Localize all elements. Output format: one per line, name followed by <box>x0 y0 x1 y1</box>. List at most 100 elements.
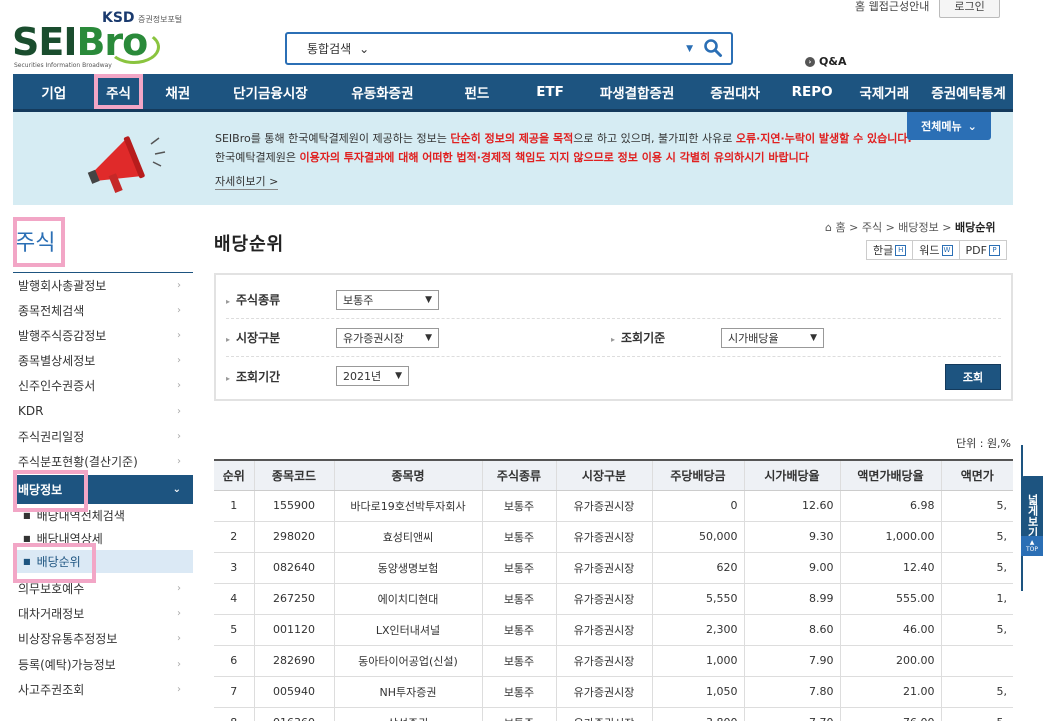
sidebar-item-lending-info[interactable]: 대차거래정보 › <box>13 600 193 626</box>
sidebar-item-stock-detail[interactable]: 종목별상세정보 › <box>13 347 193 373</box>
sidebar-item-label: 배당정보 <box>18 482 63 497</box>
nav-item-company[interactable]: 기업 <box>13 74 94 109</box>
cell-par-value: 5, <box>940 490 1013 522</box>
cell-rank: 5 <box>214 614 254 646</box>
chevron-right-icon: › <box>177 583 181 595</box>
market-select[interactable]: 유가증권시장 ▼ <box>336 327 439 348</box>
criteria-select[interactable]: 시가배당율 ▼ <box>721 327 824 348</box>
column-header-stock-code[interactable]: 종목코드 <box>253 459 334 491</box>
sidebar-item-stock-search[interactable]: 종목전체검색 › <box>13 297 193 322</box>
sidebar-item-unlisted-estimate[interactable]: 비상장유통추정정보 › <box>13 625 193 651</box>
unit-label: 단위 : 원,% <box>956 437 1012 450</box>
table-row[interactable]: 2 298020 효성티앤씨 보통주 유가증권시장 50,000 9.30 1,000.00 5… <box>214 521 1013 553</box>
cell-market: 유가증권시장 <box>555 583 652 615</box>
column-header-dividend-per-share[interactable]: 주당배당금 <box>651 459 744 491</box>
sidebar-item-kdr[interactable]: KDR › <box>13 397 193 423</box>
cell-stock-type: 보통주 <box>481 614 556 646</box>
chevron-down-icon: ▼ <box>425 294 432 305</box>
nav-item-international[interactable]: 국제거래 <box>844 74 924 109</box>
bullet-icon: ■ <box>23 533 31 543</box>
sidebar-subitem-dividend-search[interactable]: ■ 배당내역전체검색 <box>13 503 193 527</box>
dropdown-caret-icon[interactable]: ▼ <box>686 44 693 54</box>
scroll-top-button[interactable]: ▲ TOP <box>1021 536 1043 556</box>
cell-par-value: 5, <box>940 676 1013 708</box>
sidebar-item-dividend-info[interactable]: 배당정보 ⌄ <box>13 473 193 504</box>
sidebar-item-distribution[interactable]: 주식분포현황(결산기준) › <box>13 448 193 473</box>
sidebar-item-depositable[interactable]: 등록(예탁)가능정보 › <box>13 651 193 676</box>
page-title: 배당순위 <box>214 234 285 255</box>
table-row[interactable]: 5 001120 LX인터내셔널 보통주 유가증권시장 2,300 8.60 46.00 5, <box>214 614 1013 646</box>
cell-stock-code: 001120 <box>253 614 334 646</box>
nav-item-bond[interactable]: 채권 <box>143 74 213 109</box>
sidebar-subitem-dividend-detail[interactable]: ■ 배당내역상세 <box>13 526 193 550</box>
login-button[interactable]: 로그인 <box>939 0 1000 18</box>
home-icon[interactable]: ⌂ <box>825 221 832 234</box>
cell-market-yield: 7.70 <box>743 707 840 721</box>
cell-stock-type: 보통주 <box>481 707 556 721</box>
utility-links[interactable]: 홈 웹접근성안내 <box>855 0 929 14</box>
nav-item-etf[interactable]: ETF <box>517 74 584 109</box>
cell-market-yield: 9.30 <box>743 521 840 553</box>
seibro-logo[interactable]: KSD 증권정보포털 SEIBro Securities Information… <box>12 10 192 70</box>
utility-bar: 홈 웹접근성안내 로그인 <box>855 0 1000 18</box>
qna-link[interactable]: › Q&A <box>805 55 846 68</box>
sidebar-item-lockup[interactable]: 의무보호예수 › <box>13 575 193 601</box>
bullet-icon: ■ <box>23 510 31 520</box>
breadcrumb-home[interactable]: 홈 <box>835 221 845 234</box>
sidebar-item-rights-certificate[interactable]: 신주인수권증서 › <box>13 372 193 398</box>
nav-item-derivatives[interactable]: 파생결합증권 <box>583 74 690 109</box>
search-bar[interactable]: 통합검색 ⌄ ▼ <box>285 32 733 65</box>
search-submit-button[interactable]: 조회 <box>945 364 1001 390</box>
export-pdf-button[interactable]: PDF P <box>958 240 1007 260</box>
table-row[interactable]: 4 267250 에이치디현대 보통주 유가증권시장 5,550 8.99 555.00 1, <box>214 583 1013 615</box>
scroll-top-label: TOP <box>1025 546 1038 553</box>
arrow-up-icon: ▲ <box>1029 539 1035 546</box>
sidebar-item-share-change[interactable]: 발행주식증감정보 › <box>13 322 193 347</box>
export-word-button[interactable]: 워드 W <box>912 240 960 260</box>
period-select[interactable]: 2021년 ▼ <box>336 366 409 386</box>
sidebar-item-accident-certificate[interactable]: 사고주권조회 › <box>13 676 193 701</box>
nav-item-stock[interactable]: 주식 <box>94 74 143 109</box>
notice-text-1d: 오류·지연·누락이 발생할 수 있습니다. <box>735 132 912 145</box>
nav-item-securitization[interactable]: 유동화증권 <box>328 74 437 109</box>
stock-type-select[interactable]: 보통주 ▼ <box>336 289 439 310</box>
column-header-par-yield[interactable]: 액면가배당율 <box>839 459 941 491</box>
chevron-right-icon: › <box>177 658 181 670</box>
cell-stock-name: 에이치디현대 <box>333 583 482 615</box>
cell-market-yield: 7.90 <box>743 645 840 677</box>
cell-market-yield: 7.80 <box>743 676 840 708</box>
breadcrumb-stock[interactable]: 주식 <box>862 221 882 234</box>
column-header-rank[interactable]: 순위 <box>214 459 254 491</box>
table-body: 1 155900 바다로19호선박투자회사 보통주 유가증권시장 0 12.60 6.98 5,… <box>214 490 1013 721</box>
cell-dividend-per-share: 50,000 <box>651 521 744 553</box>
export-hwp-button[interactable]: 한글 H <box>866 240 914 260</box>
logo-tagline: Securities Information Broadway <box>14 62 112 69</box>
column-header-stock-type[interactable]: 주식종류 <box>481 459 556 491</box>
column-header-market-yield[interactable]: 시가배당율 <box>743 459 840 491</box>
more-details-link[interactable]: 자세히보기 > <box>215 173 279 190</box>
table-row[interactable]: 8016360삼성증권보통주유가증권시장3,8007.7076.005, <box>214 707 1013 721</box>
chevron-right-icon: › <box>177 304 181 316</box>
sidebar-item-label: 종목전체검색 <box>18 303 85 318</box>
all-menu-button[interactable]: 전체메뉴 ⌄ <box>907 112 991 140</box>
table-row[interactable]: 7 005940 NH투자증권 보통주 유가증권시장 1,050 7.80 21.00 5, <box>214 676 1013 708</box>
breadcrumb-dividend-info[interactable]: 배당정보 <box>898 221 938 234</box>
nav-item-fund[interactable]: 펀드 <box>437 74 517 109</box>
cell-par-value: 5, <box>940 521 1013 553</box>
nav-item-statistics[interactable]: 증권예탁통계 <box>924 74 1013 109</box>
sidebar-item-rights-schedule[interactable]: 주식권리일정 › <box>13 423 193 448</box>
cell-stock-name: LX인터내셔널 <box>333 614 482 646</box>
column-header-par-value[interactable]: 액면가 <box>940 459 1013 491</box>
nav-item-lending[interactable]: 증권대차 <box>691 74 780 109</box>
nav-item-money-market[interactable]: 단기금융시장 <box>213 74 328 109</box>
table-row[interactable]: 6 282690 동아타이어공업(신설) 보통주 유가증권시장 1,000 7.90 200.… <box>214 645 1013 677</box>
nav-item-repo[interactable]: REPO <box>780 74 845 109</box>
search-scope-select[interactable]: 통합검색 ⌄ <box>307 40 369 57</box>
sidebar-subitem-dividend-rank[interactable]: ■ 배당순위 <box>13 549 193 573</box>
table-row[interactable]: 1 155900 바다로19호선박투자회사 보통주 유가증권시장 0 12.60 6.98 5, <box>214 490 1013 522</box>
table-row[interactable]: 3 082640 동양생명보험 보통주 유가증권시장 620 9.00 12.40 5, <box>214 552 1013 584</box>
search-icon[interactable] <box>703 38 723 58</box>
column-header-market[interactable]: 시장구분 <box>555 459 652 491</box>
column-header-stock-name[interactable]: 종목명 <box>333 459 482 491</box>
sidebar-item-issuer-info[interactable]: 발행회사총괄정보 › <box>13 272 193 297</box>
